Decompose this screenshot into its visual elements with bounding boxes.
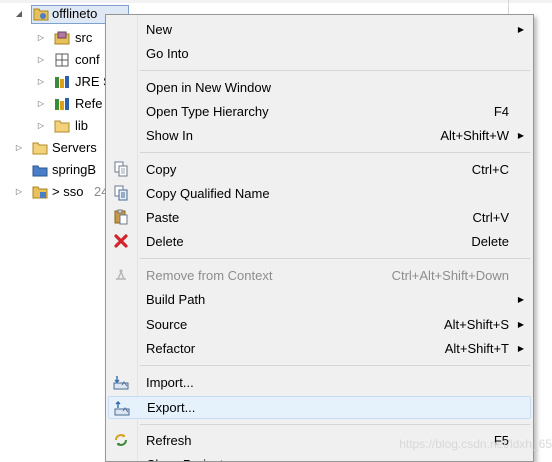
collapsed-twisty-icon[interactable]: ▷ xyxy=(14,182,24,202)
context-menu: New ▶ Go Into Open in New Window Open Ty… xyxy=(105,14,534,462)
menu-item-shortcut: Ctrl+C xyxy=(471,162,509,177)
collapsed-twisty-icon[interactable]: ▷ xyxy=(36,72,46,92)
menu-item-shortcut: F4 xyxy=(493,104,509,119)
collapsed-twisty-icon[interactable]: ▷ xyxy=(36,94,46,114)
menu-item-copy[interactable]: Copy Ctrl+C xyxy=(108,158,531,181)
menu-item-shortcut: Delete xyxy=(471,234,509,249)
tree-item-sso[interactable]: ▷ > sso 24 xyxy=(0,182,109,202)
tree-item-servers[interactable]: ▷ Servers xyxy=(0,138,105,158)
menu-item-label: Open Type Hierarchy xyxy=(146,104,269,119)
menu-separator xyxy=(140,258,530,259)
source-folder-icon xyxy=(55,53,69,67)
submenu-arrow-icon: ▶ xyxy=(517,131,524,140)
tree-item-conf[interactable]: ▷ conf xyxy=(0,50,105,70)
collapsed-twisty-icon[interactable]: ▷ xyxy=(14,138,24,158)
menu-item-label: Import... xyxy=(146,375,194,390)
tree-item-springboot[interactable]: springB xyxy=(0,160,105,180)
menu-item-paste[interactable]: Paste Ctrl+V xyxy=(108,206,531,229)
menu-item-open-type-hierarchy[interactable]: Open Type Hierarchy F4 xyxy=(108,100,531,123)
refresh-icon xyxy=(115,434,127,446)
submenu-arrow-icon: ▶ xyxy=(517,295,524,304)
menu-item-label: Copy Qualified Name xyxy=(146,186,270,201)
library-icon xyxy=(55,76,69,88)
tree-item-label: conf xyxy=(75,52,100,67)
menu-separator xyxy=(140,424,530,425)
menu-item-label: Remove from Context xyxy=(146,268,273,283)
java-project-icon xyxy=(33,8,49,21)
menu-item-shortcut: Alt+Shift+T xyxy=(444,341,509,356)
closed-project-icon xyxy=(32,165,48,177)
menu-item-label: Go Into xyxy=(146,46,189,61)
menu-item-import[interactable]: Import... xyxy=(108,371,531,394)
menu-item-label: Open in New Window xyxy=(146,80,271,95)
import-icon xyxy=(113,376,129,390)
menu-item-shortcut: Alt+Shift+W xyxy=(440,128,509,143)
menu-item-shortcut: Ctrl+V xyxy=(472,210,509,225)
submenu-arrow-icon: ▶ xyxy=(517,344,524,353)
menu-item-refactor[interactable]: Refactor Alt+Shift+T ▶ xyxy=(108,337,531,360)
tree-item-label: > sso xyxy=(52,184,84,199)
menu-item-label: Show In xyxy=(146,128,193,143)
submenu-arrow-icon: ▶ xyxy=(517,25,524,34)
package-folder-icon xyxy=(54,31,70,45)
copy-icon xyxy=(114,161,128,177)
tree-item-label: springB xyxy=(52,162,97,177)
delete-icon xyxy=(114,234,128,248)
library-icon xyxy=(55,98,69,110)
collapsed-twisty-icon[interactable]: ▷ xyxy=(36,50,46,70)
remove-from-context-icon xyxy=(116,269,126,280)
menu-separator xyxy=(140,152,530,153)
menu-item-new[interactable]: New ▶ xyxy=(108,18,531,41)
menu-item-delete[interactable]: Delete Delete xyxy=(108,230,531,253)
menu-separator xyxy=(140,365,530,366)
menu-item-remove-from-context[interactable]: Remove from Context Ctrl+Alt+Shift+Down xyxy=(108,264,531,287)
folder-icon xyxy=(32,142,48,155)
maven-project-icon xyxy=(32,186,48,199)
menu-separator xyxy=(140,70,530,71)
menu-item-close-project[interactable]: Close Project xyxy=(108,453,531,461)
menu-item-export[interactable]: Export... xyxy=(108,396,531,419)
menu-item-label: Export... xyxy=(147,400,196,415)
menu-item-label: Delete xyxy=(146,234,184,249)
folder-icon xyxy=(54,120,70,133)
menu-item-show-in[interactable]: Show In Alt+Shift+W ▶ xyxy=(108,124,531,147)
tree-top-edge xyxy=(0,0,552,3)
menu-item-label: Refactor xyxy=(146,341,196,356)
submenu-arrow-icon: ▶ xyxy=(517,320,524,329)
menu-item-build-path[interactable]: Build Path ▶ xyxy=(108,288,531,311)
watermark: https://blog.csdn.net/ldxh_65 xyxy=(399,437,552,451)
menu-item-label: Paste xyxy=(146,210,180,225)
menu-item-label: Refresh xyxy=(146,433,192,448)
menu-item-label: Build Path xyxy=(146,292,206,307)
menu-item-label: New xyxy=(146,22,173,37)
menu-item-label: Close Project xyxy=(146,453,223,461)
expanded-twisty-icon[interactable]: ◢ xyxy=(14,4,24,24)
copy-qualified-name-icon xyxy=(114,185,128,201)
tree-item-label: Servers xyxy=(52,140,97,155)
collapsed-twisty-icon[interactable]: ▷ xyxy=(36,116,46,136)
menu-item-shortcut: Alt+Shift+S xyxy=(443,317,509,332)
menu-item-go-into[interactable]: Go Into xyxy=(108,42,531,65)
export-icon xyxy=(114,401,130,416)
menu-item-copy-qualified-name[interactable]: Copy Qualified Name xyxy=(108,182,531,205)
tree-item-jre[interactable]: ▷ JRE S xyxy=(0,72,112,92)
tree-item-referenced-libraries[interactable]: ▷ Refe xyxy=(0,94,105,114)
menu-item-open-in-new-window[interactable]: Open in New Window xyxy=(108,76,531,99)
menu-item-shortcut: Ctrl+Alt+Shift+Down xyxy=(391,268,509,283)
collapsed-twisty-icon[interactable]: ▷ xyxy=(36,28,46,48)
tree-item-lib[interactable]: ▷ lib xyxy=(0,116,105,136)
menu-item-source[interactable]: Source Alt+Shift+S ▶ xyxy=(108,313,531,336)
tree-item-src[interactable]: ▷ src xyxy=(0,28,105,48)
paste-icon xyxy=(114,209,128,225)
menu-item-label: Source xyxy=(146,317,188,332)
tree-item-label: src xyxy=(75,30,93,45)
menu-item-label: Copy xyxy=(146,162,177,177)
tree-item-label: Refe xyxy=(75,96,103,111)
tree-item-label: lib xyxy=(75,118,89,133)
tree-item-label: offlineto xyxy=(52,6,98,21)
